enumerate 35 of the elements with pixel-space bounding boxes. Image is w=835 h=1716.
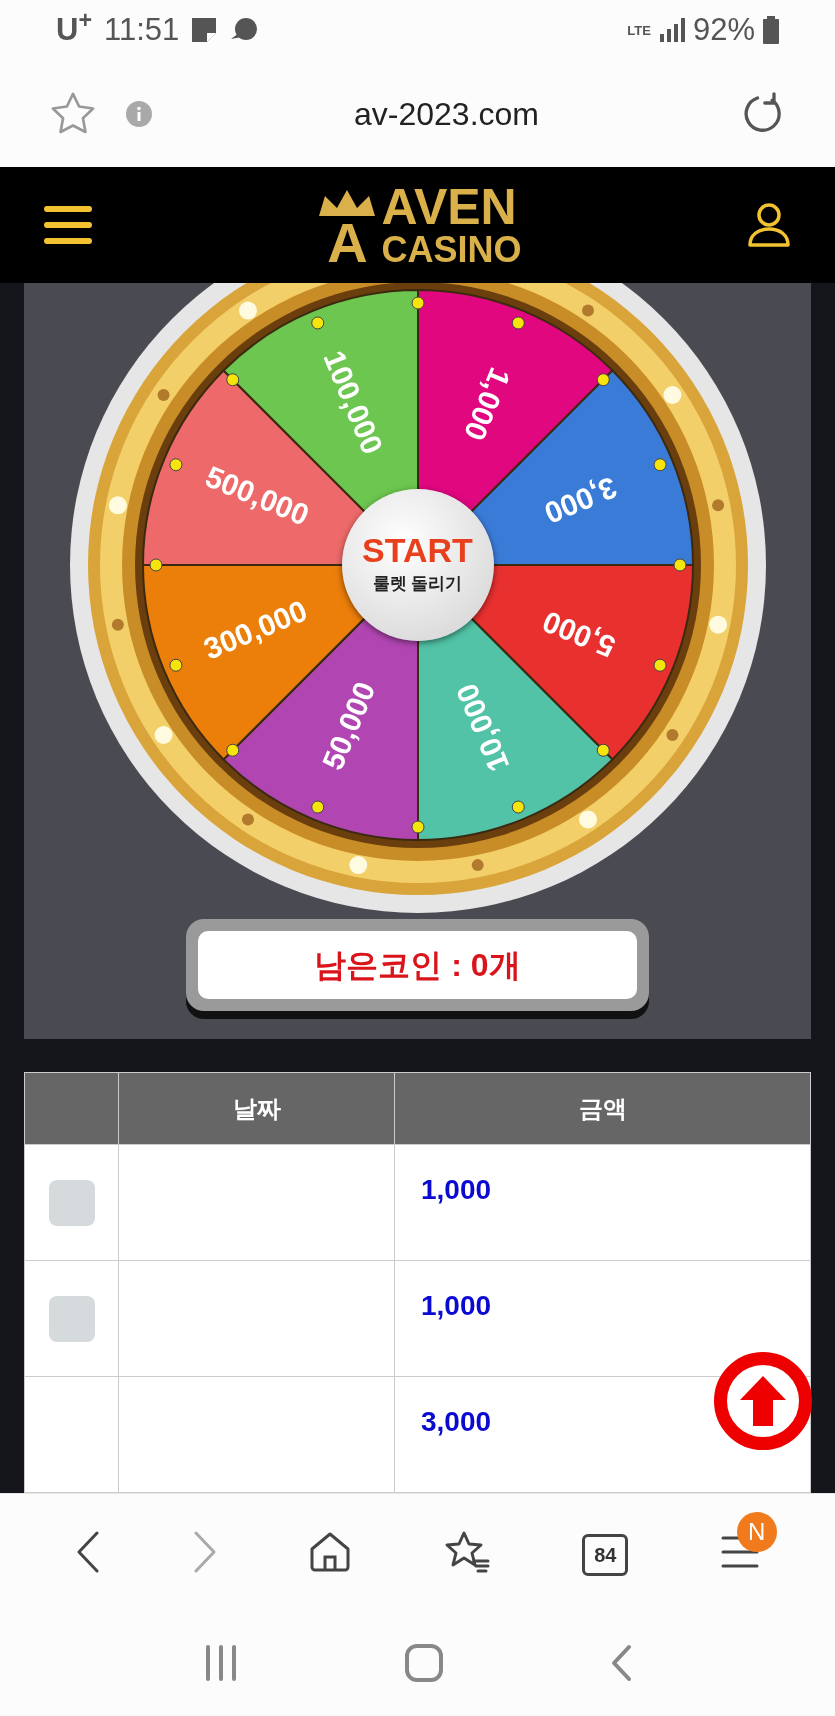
network-label: LTE: [627, 23, 651, 37]
row-checkbox[interactable]: [48, 1179, 95, 1226]
notification-badge: N: [736, 1512, 777, 1552]
logo-title: AVEN: [381, 182, 518, 232]
bookmarks-icon[interactable]: [443, 1531, 490, 1573]
remaining-coins-text: 남은코인 : 0개: [314, 946, 521, 985]
up-arrow-icon: [740, 1376, 786, 1426]
star-icon[interactable]: [50, 91, 96, 136]
segment-label: 3,000: [539, 470, 622, 530]
segment-label: 10,000: [449, 678, 515, 777]
segment-label: 5,000: [537, 604, 620, 664]
carrier-label: U$^{+}$: [56, 6, 92, 49]
amount-text: 1,000: [421, 1174, 492, 1205]
battery-percent: 92%: [692, 10, 755, 49]
note-icon: [191, 17, 218, 43]
clock-time: 11:51: [103, 10, 180, 49]
column-header: 금액: [578, 1093, 627, 1124]
logo-subtitle: CASINO: [381, 232, 522, 268]
amount-text: 3,000: [421, 1406, 492, 1437]
home-icon[interactable]: [309, 1531, 352, 1573]
amount-text: 1,000: [421, 1290, 492, 1321]
segment-label: 1,000: [457, 363, 517, 446]
info-icon[interactable]: [126, 100, 152, 127]
user-icon[interactable]: [747, 202, 791, 248]
menu-icon[interactable]: [44, 204, 92, 246]
signal-icon: [658, 18, 685, 42]
logo-letter: A: [327, 217, 368, 268]
chat-bubble-icon: [229, 17, 260, 43]
battery-icon: [763, 16, 779, 44]
column-header: 날짜: [232, 1093, 281, 1124]
tabs-button[interactable]: 84: [582, 1534, 629, 1576]
recent-apps-icon[interactable]: [203, 1645, 238, 1681]
row-checkbox[interactable]: [48, 1295, 95, 1342]
url-text[interactable]: av-2023.com: [152, 89, 741, 138]
back-icon[interactable]: [76, 1531, 101, 1573]
